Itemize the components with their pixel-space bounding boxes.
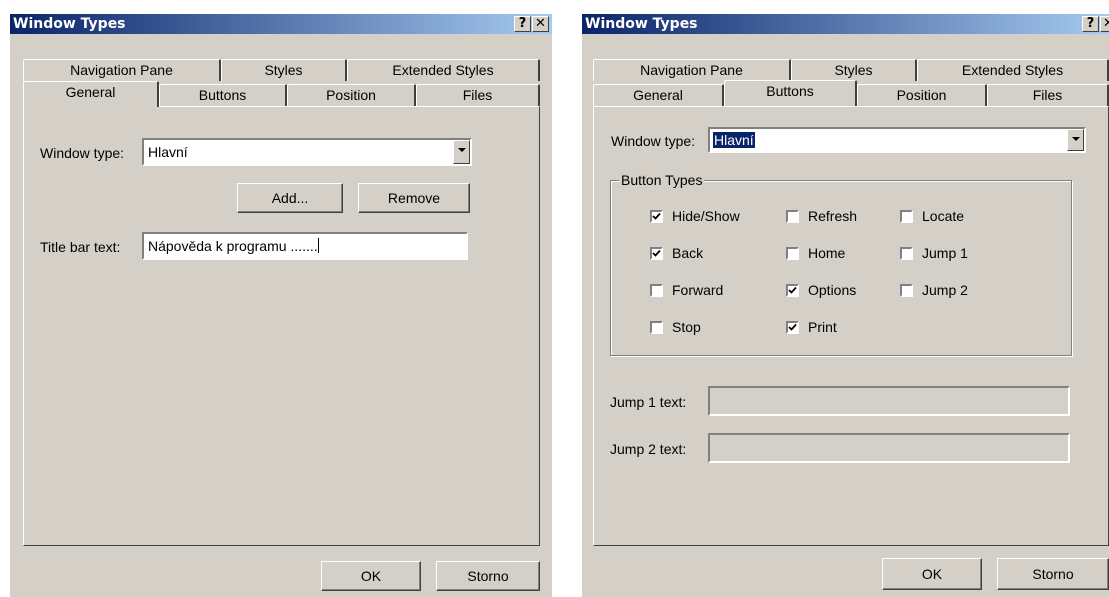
checkbox-label: Locate <box>922 208 965 224</box>
close-button[interactable]: ✕ <box>532 16 549 32</box>
window-type-combo[interactable]: Hlavní <box>142 138 472 166</box>
tab-position[interactable]: Position <box>287 84 416 106</box>
checkbox-label: Refresh <box>808 208 858 224</box>
checkbox-label: Back <box>672 245 704 261</box>
button-types-title: Button Types <box>619 172 705 188</box>
checkbox-label: Home <box>808 245 846 261</box>
ok-button[interactable]: OK <box>882 558 982 590</box>
dialog-title: Window Types <box>585 16 698 32</box>
tab-panel: Window type: Hlavní Add... Remove Title … <box>23 106 540 546</box>
window-type-combo[interactable]: Hlavní <box>708 127 1086 153</box>
remove-button[interactable]: Remove <box>358 183 470 213</box>
checkbox-box[interactable] <box>900 247 913 260</box>
checkbox-label: Forward <box>672 282 724 298</box>
ok-button[interactable]: OK <box>321 561 421 591</box>
jump-2-text-label: Jump 2 text: <box>610 441 687 457</box>
title-bar: Window Types ? ✕ <box>10 14 552 34</box>
tab-buttons[interactable]: Buttons <box>724 80 857 106</box>
tab-position[interactable]: Position <box>857 84 987 106</box>
check-icon <box>788 323 797 331</box>
checkbox-label: Jump 2 <box>922 282 968 298</box>
window-types-dialog-general: Window Types ? ✕ Navigation Pane Styles … <box>10 14 552 597</box>
checkbox-box[interactable] <box>650 284 663 297</box>
tab-extended-styles[interactable]: Extended Styles <box>347 59 540 81</box>
help-icon: ? <box>518 16 527 31</box>
window-type-value: Hlavní <box>713 132 755 148</box>
title-bar: Window Types ? ✕ <box>582 14 1109 34</box>
title-bar-text-value: Nápověda k programu ....... <box>148 238 319 254</box>
title-bar-text-input[interactable]: Nápověda k programu ....... <box>142 232 468 260</box>
chevron-down-icon[interactable] <box>453 140 470 164</box>
tab-navigation-pane[interactable]: Navigation Pane <box>23 59 221 81</box>
chevron-down-icon[interactable] <box>1067 129 1084 151</box>
checkbox-box[interactable] <box>786 321 799 334</box>
checkbox-label: Hide/Show <box>672 208 740 224</box>
text-caret <box>317 238 319 253</box>
checkbox-box[interactable] <box>786 284 799 297</box>
checkbox-box[interactable] <box>650 210 663 223</box>
checkbox-label: Jump 1 <box>922 245 968 261</box>
tab-files[interactable]: Files <box>416 84 540 106</box>
title-bar-text-content: Nápověda k programu ....... <box>148 238 318 254</box>
tab-buttons[interactable]: Buttons <box>159 84 287 106</box>
tab-panel: Window type: Hlavní Button Types Hide/Sh… <box>593 106 1109 546</box>
checkbox-box[interactable] <box>650 247 663 260</box>
check-icon <box>652 249 661 257</box>
tab-general[interactable]: General <box>23 81 159 107</box>
jump-2-text-input[interactable] <box>708 433 1070 463</box>
checkbox-box[interactable] <box>650 321 663 334</box>
dialog-title: Window Types <box>13 16 126 32</box>
checkbox-box[interactable] <box>786 247 799 260</box>
help-button[interactable]: ? <box>514 16 531 32</box>
checkbox-label: Options <box>808 282 857 298</box>
checkbox-box[interactable] <box>786 210 799 223</box>
title-bar-text-label: Title bar text: <box>40 239 121 255</box>
window-types-dialog-buttons: Window Types ? ✕ Navigation Pane Styles … <box>582 14 1109 597</box>
cancel-button[interactable]: Storno <box>436 561 540 591</box>
help-button[interactable]: ? <box>1082 16 1099 32</box>
cancel-button[interactable]: Storno <box>997 558 1109 590</box>
tab-navigation-pane[interactable]: Navigation Pane <box>593 59 791 81</box>
tab-files[interactable]: Files <box>987 84 1109 106</box>
window-type-value: Hlavní <box>148 144 188 160</box>
check-icon <box>652 212 661 220</box>
button-types-group: Button Types Hide/Show Back Forward Stop… <box>610 172 1072 356</box>
checkbox-label: Print <box>808 319 837 335</box>
check-icon <box>788 286 797 294</box>
tab-styles[interactable]: Styles <box>221 59 347 81</box>
tab-extended-styles[interactable]: Extended Styles <box>917 59 1109 81</box>
tab-general[interactable]: General <box>593 84 724 106</box>
window-type-label: Window type: <box>611 133 696 149</box>
close-icon: ✕ <box>535 16 546 31</box>
checkbox-box[interactable] <box>900 210 913 223</box>
add-button[interactable]: Add... <box>237 183 343 213</box>
jump-1-text-label: Jump 1 text: <box>610 394 687 410</box>
tab-styles[interactable]: Styles <box>791 59 917 81</box>
close-button[interactable]: ✕ <box>1100 16 1109 32</box>
checkbox-label: Stop <box>672 319 701 335</box>
help-icon: ? <box>1086 16 1095 31</box>
jump-1-text-input[interactable] <box>708 386 1070 416</box>
close-icon: ✕ <box>1103 16 1109 31</box>
checkbox-box[interactable] <box>900 284 913 297</box>
window-type-label: Window type: <box>40 145 125 161</box>
